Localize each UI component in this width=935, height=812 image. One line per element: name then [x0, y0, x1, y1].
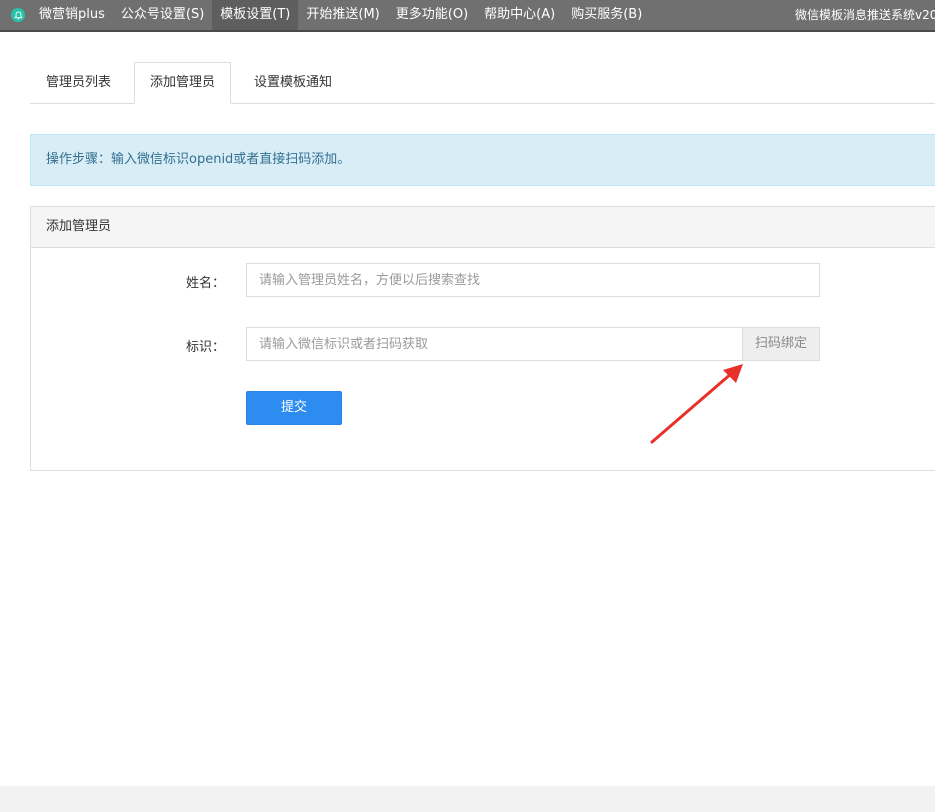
tab-admin-list[interactable]: 管理员列表	[30, 62, 127, 104]
tab-add-admin[interactable]: 添加管理员	[134, 62, 232, 104]
menu-brand[interactable]: 微营销plus	[39, 0, 113, 30]
tab-bar: 管理员列表 添加管理员 设置模板通知	[30, 62, 935, 104]
scan-bind-button[interactable]: 扫码绑定	[742, 327, 820, 361]
name-label: 姓名：	[185, 276, 225, 291]
menu-more-features[interactable]: 更多功能(O)	[388, 0, 476, 30]
identifier-input[interactable]	[246, 327, 743, 361]
panel-title: 添加管理员	[31, 207, 935, 248]
menu-template-settings[interactable]: 模板设置(T)	[212, 0, 299, 30]
menu-start-push[interactable]: 开始推送(M)	[298, 0, 387, 30]
identifier-label: 标识：	[185, 340, 225, 355]
top-menu-bar: 微营销plus 公众号设置(S) 模板设置(T) 开始推送(M) 更多功能(O)…	[0, 0, 935, 32]
menu-account-settings[interactable]: 公众号设置(S)	[113, 0, 212, 30]
bell-icon[interactable]	[11, 8, 25, 22]
footer-bar	[0, 786, 935, 812]
info-alert: 操作步骤：输入微信标识openid或者直接扫码添加。	[30, 134, 935, 186]
menu-buy-service[interactable]: 购买服务(B)	[563, 0, 650, 30]
name-input[interactable]	[246, 263, 820, 297]
system-title: 微信模板消息推送系统v20	[795, 8, 935, 22]
add-admin-panel: 添加管理员 姓名： 标识： 扫码绑定 提交	[30, 206, 935, 471]
submit-button[interactable]: 提交	[246, 391, 342, 425]
tab-template-notify[interactable]: 设置模板通知	[238, 62, 348, 104]
menu-help-center[interactable]: 帮助中心(A)	[476, 0, 563, 30]
